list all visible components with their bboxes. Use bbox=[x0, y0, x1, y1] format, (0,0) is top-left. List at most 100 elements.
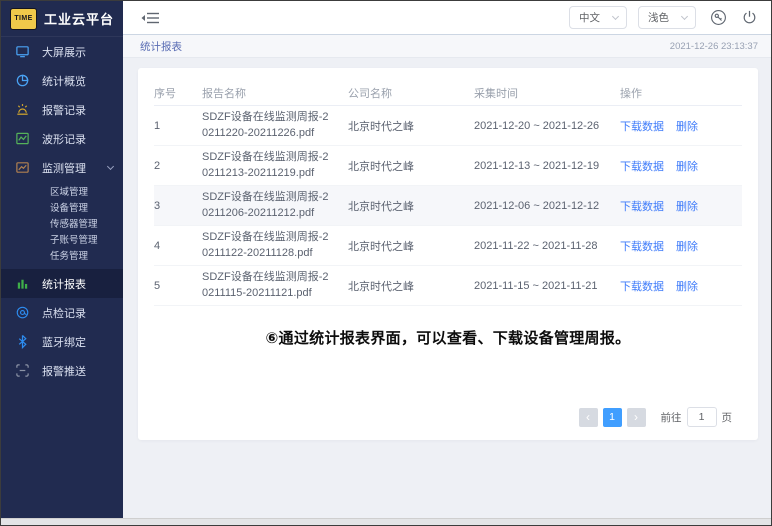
logo-row: TIME 工业云平台 bbox=[1, 1, 123, 37]
cell-period: 2021-11-15 ~ 2021-11-21 bbox=[474, 280, 620, 292]
delete-link[interactable]: 删除 bbox=[676, 278, 698, 294]
window-bottom-strip bbox=[1, 518, 771, 525]
col-header-actions: 操作 bbox=[620, 85, 742, 101]
cell-period: 2021-11-22 ~ 2021-11-28 bbox=[474, 240, 620, 252]
bar-report-icon bbox=[15, 276, 30, 291]
cell-no: 2 bbox=[154, 160, 202, 172]
col-header-no: 序号 bbox=[154, 85, 202, 101]
sidebar-item-label: 报警记录 bbox=[42, 102, 86, 118]
inspection-icon bbox=[15, 305, 30, 320]
download-data-link[interactable]: 下载数据 bbox=[620, 278, 664, 294]
table-row: 1 SDZF设备在线监测周报-20211220-20211226.pdf 北京时… bbox=[154, 106, 742, 146]
sidebar-item-bluetooth-bind[interactable]: 蓝牙绑定 bbox=[1, 327, 123, 356]
language-select[interactable]: 中文 bbox=[569, 6, 627, 29]
theme-select[interactable]: 浅色 bbox=[638, 6, 696, 29]
theme-select-value: 浅色 bbox=[648, 10, 669, 25]
download-data-link[interactable]: 下载数据 bbox=[620, 158, 664, 174]
cell-no: 3 bbox=[154, 200, 202, 212]
sidebar-menu: 大屏展示 统计概览 报警记录 波形记录 bbox=[1, 37, 123, 385]
app-title: 工业云平台 bbox=[44, 9, 114, 28]
monitor-manage-icon bbox=[15, 160, 30, 175]
cell-period: 2021-12-20 ~ 2021-12-26 bbox=[474, 120, 620, 132]
delete-link[interactable]: 删除 bbox=[676, 198, 698, 214]
table-row: 5 SDZF设备在线监测周报-20211115-20211121.pdf 北京时… bbox=[154, 266, 742, 306]
breadcrumb[interactable]: 统计报表 bbox=[140, 39, 182, 54]
cell-company: 北京时代之峰 bbox=[348, 118, 474, 134]
sidebar: TIME 工业云平台 大屏展示 统计概览 报警记录 bbox=[1, 1, 123, 518]
pagination: ‹ 1 › 前往 页 bbox=[579, 407, 733, 427]
pie-chart-icon bbox=[15, 73, 30, 88]
sidebar-collapse-icon[interactable] bbox=[140, 10, 160, 26]
app-window: TIME 工业云平台 大屏展示 统计概览 报警记录 bbox=[0, 0, 772, 526]
cell-no: 5 bbox=[154, 280, 202, 292]
report-card: 序号 报告名称 公司名称 采集时间 操作 1 SDZF设备在线监测周报-2021… bbox=[138, 68, 758, 440]
cell-report-name: SDZF设备在线监测周报-20211213-20211219.pdf bbox=[202, 150, 348, 182]
delete-link[interactable]: 删除 bbox=[676, 118, 698, 134]
alarm-push-icon bbox=[15, 363, 30, 378]
sidebar-item-label: 点检记录 bbox=[42, 305, 86, 321]
current-timestamp: 2021-12-26 23:13:37 bbox=[670, 41, 758, 52]
chevron-down-icon bbox=[107, 162, 114, 169]
sidebar-item-label: 蓝牙绑定 bbox=[42, 334, 86, 350]
screen-icon bbox=[15, 44, 30, 59]
sidebar-item-label: 大屏展示 bbox=[42, 44, 86, 60]
col-header-report: 报告名称 bbox=[202, 85, 348, 101]
sidebar-subitem-subaccount-manage[interactable]: 子账号管理 bbox=[1, 233, 123, 249]
next-page-button[interactable]: › bbox=[627, 408, 646, 427]
header-controls: 中文 浅色 bbox=[569, 6, 758, 29]
col-header-company: 公司名称 bbox=[348, 85, 474, 101]
table-row: 2 SDZF设备在线监测周报-20211213-20211219.pdf 北京时… bbox=[154, 146, 742, 186]
col-header-period: 采集时间 bbox=[474, 85, 620, 101]
delete-link[interactable]: 删除 bbox=[676, 158, 698, 174]
language-select-value: 中文 bbox=[579, 10, 600, 25]
cell-no: 4 bbox=[154, 240, 202, 252]
cell-company: 北京时代之峰 bbox=[348, 238, 474, 254]
password-key-icon[interactable] bbox=[710, 9, 727, 26]
cell-report-name: SDZF设备在线监测周报-20211206-20211212.pdf bbox=[202, 190, 348, 222]
sidebar-subitem-device-manage[interactable]: 设备管理 bbox=[1, 201, 123, 217]
sidebar-item-alarm-records[interactable]: 报警记录 bbox=[1, 95, 123, 124]
cell-period: 2021-12-06 ~ 2021-12-12 bbox=[474, 200, 620, 212]
cell-report-name: SDZF设备在线监测周报-20211220-20211226.pdf bbox=[202, 110, 348, 142]
download-data-link[interactable]: 下载数据 bbox=[620, 238, 664, 254]
alarm-icon bbox=[15, 102, 30, 117]
sidebar-item-waveform-records[interactable]: 波形记录 bbox=[1, 124, 123, 153]
annotation-caption: ⑥通过统计报表界面，可以查看、下载设备管理周报。 bbox=[154, 327, 742, 348]
breadcrumb-bar: 统计报表 2021-12-26 23:13:37 bbox=[123, 35, 771, 58]
waveform-icon bbox=[15, 131, 30, 146]
goto-page-label: 前往 bbox=[661, 410, 682, 425]
sidebar-item-label: 报警推送 bbox=[42, 363, 86, 379]
chevron-down-icon bbox=[612, 13, 619, 20]
delete-link[interactable]: 删除 bbox=[676, 238, 698, 254]
power-logout-icon[interactable] bbox=[741, 9, 758, 26]
sidebar-item-label: 统计报表 bbox=[42, 276, 86, 292]
monitor-manage-submenu: 区域管理 设备管理 传感器管理 子账号管理 任务管理 bbox=[1, 182, 123, 269]
download-data-link[interactable]: 下载数据 bbox=[620, 198, 664, 214]
sidebar-item-screen-display[interactable]: 大屏展示 bbox=[1, 37, 123, 66]
cell-report-name: SDZF设备在线监测周报-20211115-20211121.pdf bbox=[202, 270, 348, 302]
cell-report-name: SDZF设备在线监测周报-20211122-20211128.pdf bbox=[202, 230, 348, 262]
goto-page-input[interactable] bbox=[687, 407, 717, 427]
sidebar-item-label: 统计概览 bbox=[42, 73, 86, 89]
cell-period: 2021-12-13 ~ 2021-12-19 bbox=[474, 160, 620, 172]
page-unit-label: 页 bbox=[722, 410, 733, 425]
sidebar-item-monitor-manage[interactable]: 监测管理 bbox=[1, 153, 123, 182]
sidebar-item-alarm-push[interactable]: 报警推送 bbox=[1, 356, 123, 385]
sidebar-item-label: 监测管理 bbox=[42, 160, 86, 176]
table-row: 4 SDZF设备在线监测周报-20211122-20211128.pdf 北京时… bbox=[154, 226, 742, 266]
table-header-row: 序号 报告名称 公司名称 采集时间 操作 bbox=[154, 80, 742, 106]
sidebar-subitem-area-manage[interactable]: 区域管理 bbox=[1, 185, 123, 201]
top-header: 中文 浅色 bbox=[123, 1, 771, 35]
download-data-link[interactable]: 下载数据 bbox=[620, 118, 664, 134]
brand-logo: TIME bbox=[10, 8, 37, 30]
page-1-button[interactable]: 1 bbox=[603, 408, 622, 427]
sidebar-item-inspection-records[interactable]: 点检记录 bbox=[1, 298, 123, 327]
cell-no: 1 bbox=[154, 120, 202, 132]
sidebar-item-stat-overview[interactable]: 统计概览 bbox=[1, 66, 123, 95]
sidebar-item-label: 波形记录 bbox=[42, 131, 86, 147]
sidebar-subitem-sensor-manage[interactable]: 传感器管理 bbox=[1, 217, 123, 233]
bluetooth-icon bbox=[15, 334, 30, 349]
prev-page-button[interactable]: ‹ bbox=[579, 408, 598, 427]
sidebar-subitem-task-manage[interactable]: 任务管理 bbox=[1, 249, 123, 265]
sidebar-item-stat-report[interactable]: 统计报表 bbox=[1, 269, 123, 298]
